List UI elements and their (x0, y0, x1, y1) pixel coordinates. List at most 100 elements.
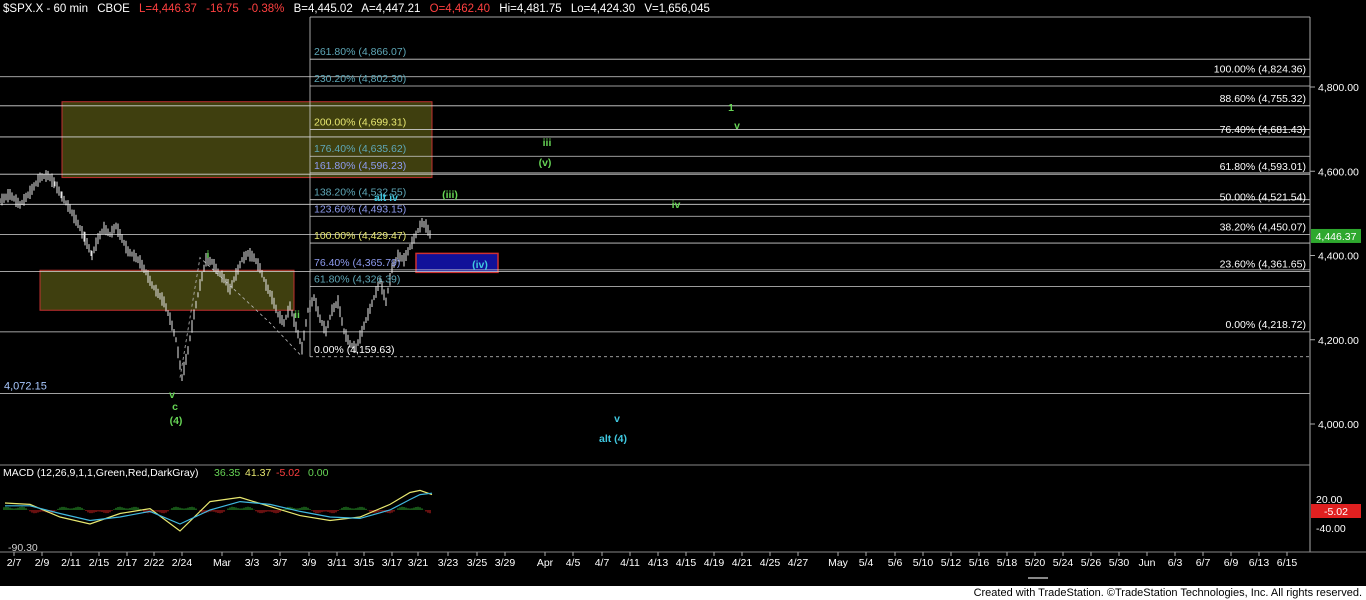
time-axis-label: 5/18 (997, 557, 1018, 569)
time-axis-label: 3/9 (302, 557, 317, 569)
time-axis-label: 3/3 (245, 557, 260, 569)
fib-retrace-label: 0.00% (4,218.72) (1225, 319, 1306, 331)
wave-label-v2: v (734, 120, 740, 132)
time-axis-label: 6/13 (1249, 557, 1270, 569)
time-axis-label: May (828, 557, 849, 569)
fib-retrace-label: 38.20% (4,450.07) (1220, 221, 1306, 233)
time-axis-label: 3/11 (327, 557, 347, 569)
time-axis-label: 4/25 (760, 557, 781, 569)
fib-extension-label: 0.00% (4,159.63) (314, 344, 395, 356)
time-axis-label: 6/3 (1168, 557, 1183, 569)
time-axis-label: Apr (537, 557, 554, 569)
wave-label-i: i (207, 249, 210, 261)
time-axis-label: 5/16 (969, 557, 990, 569)
time-axis-label: 6/15 (1277, 557, 1298, 569)
macd-current-label: -5.02 (1324, 506, 1348, 518)
time-axis-label: Mar (213, 557, 232, 569)
wave-label-iv-paren: (iv) (472, 259, 488, 271)
time-axis-label: 6/9 (1224, 557, 1239, 569)
time-axis-label: 3/17 (382, 557, 403, 569)
fib-extension-label: 230.20% (4,802.30) (314, 73, 406, 85)
time-axis-label: 6/7 (1196, 557, 1211, 569)
price-axis-label: 4,600.00 (1318, 166, 1359, 178)
symbol-label: $SPX.X - 60 min (3, 3, 89, 15)
macd-zero-value: 0.00 (308, 467, 329, 479)
volume-value: V=1,656,045 (644, 3, 710, 15)
current-price-label: 4,446.37 (1316, 231, 1357, 243)
time-axis-label: Jun (1139, 557, 1156, 569)
wave-label-4: (4) (170, 415, 183, 427)
wave-label-iii: iii (543, 137, 552, 149)
change-percent: -0.38% (247, 3, 285, 15)
time-axis-label: 5/26 (1081, 557, 1102, 569)
wave-label-alt-v: v (614, 413, 620, 425)
fib-retrace-label: 76.40% (4,681.43) (1220, 124, 1306, 136)
fib-extension-label: 76.40% (4,365.79) (314, 257, 400, 269)
time-axis-label: 3/15 (354, 557, 375, 569)
fib-extension-label: 61.80% (4,326.39) (314, 274, 400, 286)
time-axis-label: 3/7 (273, 557, 288, 569)
macd-diff-value: -5.02 (276, 467, 300, 479)
fib-retrace-label: 23.60% (4,361.65) (1220, 259, 1306, 271)
time-axis-label: 2/22 (144, 557, 165, 569)
time-axis-label: 5/4 (859, 557, 874, 569)
time-axis-label: 5/12 (941, 557, 962, 569)
wave-label-ii: ii (294, 309, 300, 321)
time-axis-label: 4/19 (704, 557, 725, 569)
wave-label-1: 1 (728, 102, 734, 114)
symbol-header: $SPX.X - 60 min CBOE L=4,446.37 -16.75 -… (3, 3, 716, 15)
time-axis-label: 2/15 (89, 557, 110, 569)
time-axis-label: 3/23 (438, 557, 459, 569)
price-axis-label: 4,200.00 (1318, 335, 1359, 347)
credit-text: Created with TradeStation. ©TradeStation… (973, 587, 1362, 599)
wave-label-alt-4: alt (4) (599, 433, 627, 445)
time-axis-label: 2/24 (172, 557, 193, 569)
fib-extension-label: 100.00% (4,429.47) (314, 230, 406, 242)
fib-retrace-label: 50.00% (4,521.54) (1220, 191, 1306, 203)
time-axis-label: 4/5 (566, 557, 581, 569)
time-axis-label: 2/7 (7, 557, 22, 569)
time-axis-label: 2/17 (117, 557, 138, 569)
fib-extension-label: 261.80% (4,866.07) (314, 46, 406, 58)
time-axis-label: 4/15 (676, 557, 697, 569)
wave-label-c: c (172, 401, 178, 413)
wave-label-iii-paren: (iii) (442, 189, 458, 201)
fib-retrace-label: 88.60% (4,755.32) (1220, 93, 1306, 105)
time-axis-label: 5/10 (913, 557, 934, 569)
low-level-label: 4,072.15 (4, 381, 47, 393)
fib-retrace-label: 100.00% (4,824.36) (1214, 64, 1306, 76)
low-price: Lo=4,424.30 (570, 3, 636, 15)
price-axis-label: 4,400.00 (1318, 251, 1359, 263)
time-axis-label: 2/9 (35, 557, 50, 569)
macd-signal-value: 41.37 (245, 467, 271, 479)
time-axis-label: 5/20 (1025, 557, 1046, 569)
time-axis-label: 4/13 (648, 557, 669, 569)
time-axis-label: 5/6 (888, 557, 903, 569)
time-axis-label: 4/27 (788, 557, 809, 569)
price-axis-label: 4,000.00 (1318, 419, 1359, 431)
high-price: Hi=4,481.75 (499, 3, 562, 15)
change-value: -16.75 (206, 3, 239, 15)
time-axis-label: 4/21 (732, 557, 753, 569)
open-price: O=4,462.40 (429, 3, 491, 15)
time-axis-label: 2/11 (61, 557, 81, 569)
wave-label-iv: iv (672, 199, 681, 211)
time-axis-label: 5/30 (1109, 557, 1130, 569)
time-axis-label: 3/25 (467, 557, 488, 569)
macd-value: 36.35 (214, 467, 240, 479)
price-axis-label: 4,800.00 (1318, 82, 1359, 94)
fib-extension-label: 123.60% (4,493.15) (314, 203, 406, 215)
fib-extension-label: 200.00% (4,699.31) (314, 116, 406, 128)
time-axis-label: 3/29 (495, 557, 516, 569)
wave-label-alt-iv: alt iv (374, 192, 398, 204)
last-price: L=4,446.37 (139, 3, 197, 15)
time-axis-label: 4/7 (595, 557, 610, 569)
time-axis-label: 4/11 (620, 557, 640, 569)
time-axis-label: 5/24 (1053, 557, 1074, 569)
bid-price: B=4,445.02 (293, 3, 353, 15)
ask-price: A=4,447.21 (361, 3, 421, 15)
macd-title: MACD (12,26,9,1,1,Green,Red,DarkGray) (3, 467, 199, 479)
yellow-target-zone (39, 269, 295, 311)
time-axis-label: 3/21 (408, 557, 429, 569)
chart-canvas: 261.80% (4,866.07) 230.20% (4,802.30) 200.… (0, 0, 1366, 600)
